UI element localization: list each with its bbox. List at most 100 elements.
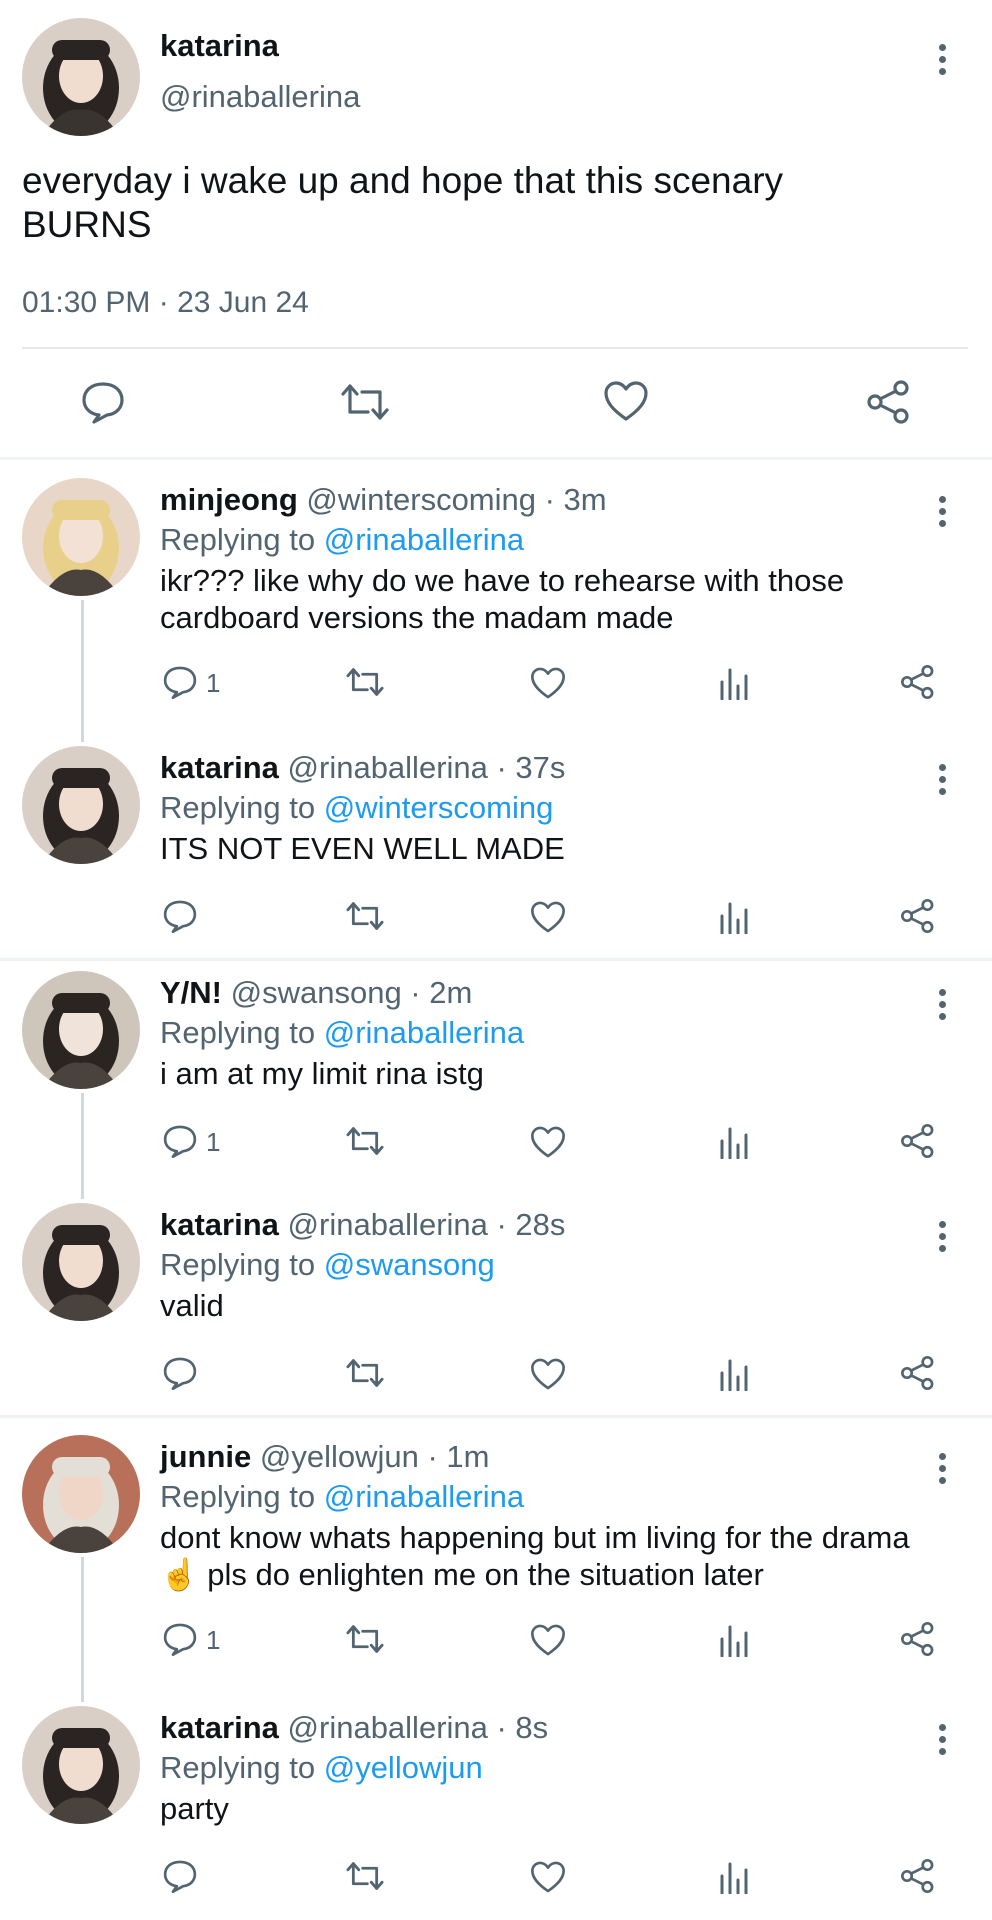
- more-options-icon[interactable]: [939, 1724, 949, 1760]
- retweet-icon[interactable]: [344, 1357, 386, 1389]
- like-icon[interactable]: [530, 1357, 566, 1391]
- share-icon[interactable]: [900, 664, 936, 700]
- reply-text: i am at my limit rina istg: [160, 1055, 960, 1092]
- reply-count: 1: [206, 1127, 221, 1157]
- retweet-icon[interactable]: [344, 1623, 386, 1655]
- reply-icon[interactable]: [162, 1621, 198, 1657]
- thread-connector: [81, 1093, 84, 1199]
- avatar[interactable]: [22, 746, 140, 864]
- author-handle[interactable]: @rinaballerina: [160, 79, 360, 115]
- replying-to-mention[interactable]: @yellowjun: [324, 1750, 483, 1785]
- reply-icon[interactable]: [162, 1355, 198, 1391]
- reply-handle-time[interactable]: @swansong · 2m: [231, 975, 473, 1010]
- retweet-icon[interactable]: [344, 666, 386, 698]
- reply-icon[interactable]: [162, 664, 198, 700]
- reply-text-line1: ikr??? like why do we have to rehearse w…: [160, 563, 845, 598]
- like-icon[interactable]: [530, 1623, 566, 1657]
- like-icon[interactable]: [603, 380, 649, 422]
- reply-header: katarina @rinaballerina · 37s: [160, 750, 565, 786]
- avatar-katarina[interactable]: [22, 18, 140, 136]
- more-options-icon[interactable]: [939, 764, 949, 800]
- share-icon[interactable]: [900, 1621, 936, 1657]
- reply-handle-time[interactable]: @rinaballerina · 8s: [288, 1710, 549, 1745]
- reply-icon[interactable]: [162, 898, 198, 934]
- views-icon[interactable]: [718, 1623, 748, 1657]
- more-options-icon[interactable]: [939, 44, 949, 80]
- share-icon[interactable]: [900, 1355, 936, 1391]
- reply-text-line1: ITS NOT EVEN WELL MADE: [160, 831, 565, 866]
- replying-to-mention[interactable]: @winterscoming: [324, 790, 554, 825]
- views-icon[interactable]: [718, 1860, 748, 1894]
- share-icon[interactable]: [900, 1123, 936, 1159]
- retweet-icon[interactable]: [338, 382, 392, 422]
- tweet-text: everyday i wake up and hope that this sc…: [22, 159, 962, 247]
- reply-text: ITS NOT EVEN WELL MADE: [160, 830, 960, 867]
- tweet-text-line: everyday i wake up and hope that this sc…: [22, 160, 784, 201]
- retweet-icon[interactable]: [344, 1125, 386, 1157]
- reply-icon[interactable]: [162, 1858, 198, 1894]
- more-options-icon[interactable]: [939, 1221, 949, 1257]
- retweet-icon[interactable]: [344, 1860, 386, 1892]
- replying-to-label: Replying to: [160, 1479, 316, 1514]
- share-icon[interactable]: [900, 1858, 936, 1894]
- views-icon[interactable]: [718, 900, 748, 934]
- reply-text-line1: valid: [160, 1288, 224, 1323]
- replying-to-label: Replying to: [160, 790, 316, 825]
- thread-connector: [81, 1557, 84, 1702]
- reply-icon[interactable]: [162, 1123, 198, 1159]
- more-options-icon[interactable]: [939, 989, 949, 1025]
- replying-to-mention[interactable]: @rinaballerina: [324, 1479, 524, 1514]
- replying-to-label: Replying to: [160, 522, 316, 557]
- reply-author-name[interactable]: katarina: [160, 1710, 279, 1745]
- reply-author-name[interactable]: Y/N!: [160, 975, 222, 1010]
- section-separator: [0, 457, 992, 460]
- like-icon[interactable]: [530, 900, 566, 934]
- reply-header: junnie @yellowjun · 1m: [160, 1439, 490, 1475]
- thread-connector: [81, 600, 84, 742]
- reply-text: party: [160, 1790, 960, 1827]
- like-icon[interactable]: [530, 1125, 566, 1159]
- reply-text: ikr??? like why do we have to rehearse w…: [160, 562, 960, 636]
- avatar[interactable]: [22, 478, 140, 596]
- replying-to-mention[interactable]: @rinaballerina: [324, 1015, 524, 1050]
- reply-icon[interactable]: [80, 380, 126, 424]
- more-options-icon[interactable]: [939, 1453, 949, 1489]
- tweet-timestamp[interactable]: 01:30 PM · 23 Jun 24: [22, 286, 309, 320]
- avatar[interactable]: [22, 971, 140, 1089]
- views-icon[interactable]: [718, 1357, 748, 1391]
- reply-handle-time[interactable]: @rinaballerina · 28s: [288, 1207, 566, 1242]
- views-icon[interactable]: [718, 666, 748, 700]
- reply-text-line2: cardboard versions the madam made: [160, 600, 674, 635]
- section-separator: [0, 1415, 992, 1418]
- share-icon[interactable]: [900, 898, 936, 934]
- reply-author-name[interactable]: katarina: [160, 1207, 279, 1242]
- reply-handle-time[interactable]: @winterscoming · 3m: [306, 482, 606, 517]
- reply-header: katarina @rinaballerina · 28s: [160, 1207, 565, 1243]
- replying-to: Replying to @yellowjun: [160, 1750, 483, 1786]
- replying-to-mention[interactable]: @rinaballerina: [324, 522, 524, 557]
- replying-to-label: Replying to: [160, 1247, 316, 1282]
- reply-header: katarina @rinaballerina · 8s: [160, 1710, 548, 1746]
- replying-to-label: Replying to: [160, 1750, 316, 1785]
- replying-to: Replying to @rinaballerina: [160, 522, 524, 558]
- reply-text-line2: ☝️ pls do enlighten me on the situation …: [160, 1557, 764, 1592]
- reply-count: 1: [206, 1625, 221, 1655]
- replying-to-mention[interactable]: @swansong: [324, 1247, 495, 1282]
- avatar[interactable]: [22, 1203, 140, 1321]
- retweet-icon[interactable]: [344, 900, 386, 932]
- replying-to: Replying to @rinaballerina: [160, 1479, 524, 1515]
- avatar[interactable]: [22, 1706, 140, 1824]
- reply-author-name[interactable]: minjeong: [160, 482, 298, 517]
- like-icon[interactable]: [530, 666, 566, 700]
- replying-to: Replying to @swansong: [160, 1247, 495, 1283]
- views-icon[interactable]: [718, 1125, 748, 1159]
- avatar[interactable]: [22, 1435, 140, 1553]
- more-options-icon[interactable]: [939, 496, 949, 532]
- reply-handle-time[interactable]: @yellowjun · 1m: [260, 1439, 490, 1474]
- like-icon[interactable]: [530, 1860, 566, 1894]
- reply-handle-time[interactable]: @rinaballerina · 37s: [288, 750, 566, 785]
- reply-author-name[interactable]: katarina: [160, 750, 279, 785]
- share-icon[interactable]: [866, 379, 912, 425]
- author-name[interactable]: katarina: [160, 28, 279, 64]
- reply-author-name[interactable]: junnie: [160, 1439, 251, 1474]
